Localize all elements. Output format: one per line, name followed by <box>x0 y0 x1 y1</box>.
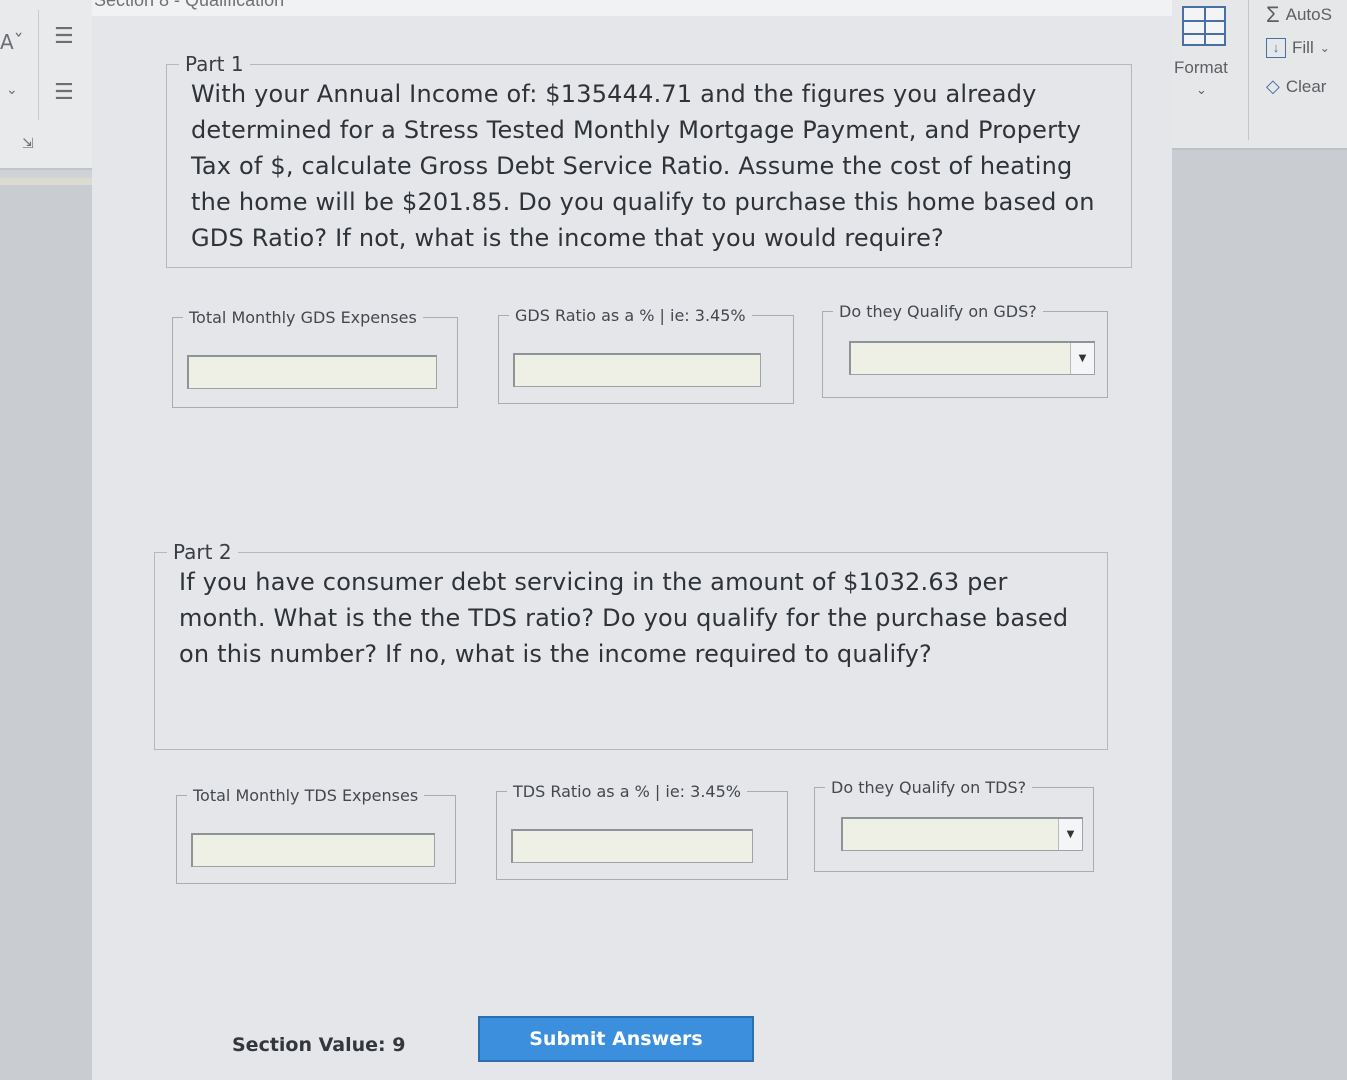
fill-down-icon: ↓ <box>1266 38 1286 58</box>
tds-qualify-label: Do they Qualify on TDS? <box>831 778 1027 797</box>
gds-ratio-input[interactable] <box>513 353 761 387</box>
dialog-launcher-icon[interactable]: ⇲ <box>22 136 34 152</box>
autosum-label: AutoS <box>1285 5 1332 24</box>
ribbon-separator <box>38 10 39 120</box>
tds-expenses-frame: Total Monthly TDS Expenses <box>176 786 456 884</box>
format-cells-icon[interactable] <box>1182 6 1226 46</box>
tds-ratio-label: TDS Ratio as a % | ie: 3.45% <box>513 782 741 801</box>
format-button[interactable]: Format <box>1174 58 1228 78</box>
gds-qualify-select[interactable]: ▼ <box>849 341 1095 375</box>
clear-button[interactable]: ◇ Clear <box>1266 76 1326 97</box>
sigma-icon: Σ <box>1266 2 1280 27</box>
gds-expenses-input[interactable] <box>187 355 437 389</box>
align-center-icon[interactable]: ☰ <box>54 24 74 49</box>
chevron-down-icon[interactable]: ⌄ <box>6 82 18 98</box>
part1-question: With your Annual Income of: $135444.71 a… <box>191 80 1095 252</box>
format-label: Format <box>1174 58 1228 77</box>
screen: Aˇ ⌄ ⇲ ☰ ☰ Format ⌄ Σ AutoS ↓ Fill ⌄ ◇ C… <box>0 0 1347 1080</box>
sheet-area-right <box>1170 150 1347 1080</box>
ribbon-separator <box>1248 0 1249 140</box>
font-size-icon[interactable]: Aˇ <box>0 30 24 54</box>
part1-frame: Part 1 With your Annual Income of: $1354… <box>166 52 1132 268</box>
gds-expenses-frame: Total Monthly GDS Expenses <box>172 308 458 408</box>
dropdown-arrow-icon[interactable]: ▼ <box>1070 343 1094 374</box>
section-value: Section Value: 9 <box>232 1034 406 1056</box>
part2-frame: Part 2 If you have consumer debt servici… <box>154 540 1108 750</box>
tds-ratio-frame: TDS Ratio as a % | ie: 3.45% <box>496 782 788 880</box>
chevron-down-icon[interactable]: ⌄ <box>1196 82 1207 98</box>
tds-qualify-frame: Do they Qualify on TDS? ▼ <box>814 778 1094 872</box>
gds-qualify-frame: Do they Qualify on GDS? ▼ <box>822 302 1108 398</box>
gds-expenses-label: Total Monthly GDS Expenses <box>189 308 417 327</box>
submit-answers-button[interactable]: Submit Answers <box>478 1016 754 1062</box>
autosum-button[interactable]: Σ AutoS <box>1266 2 1332 28</box>
part2-question: If you have consumer debt servicing in t… <box>179 568 1069 668</box>
part2-legend: Part 2 <box>173 540 232 564</box>
tds-expenses-input[interactable] <box>191 833 435 867</box>
clear-label: Clear <box>1285 76 1327 96</box>
dropdown-arrow-icon[interactable]: ▼ <box>1058 819 1082 850</box>
chevron-down-icon: ⌄ <box>1319 41 1330 55</box>
gds-ratio-label: GDS Ratio as a % | ie: 3.45% <box>515 306 746 325</box>
tds-expenses-label: Total Monthly TDS Expenses <box>193 786 419 805</box>
align-left-icon[interactable]: ☰ <box>54 80 74 105</box>
gds-qualify-label: Do they Qualify on GDS? <box>839 302 1037 321</box>
tds-qualify-select[interactable]: ▼ <box>841 817 1083 851</box>
eraser-icon: ◇ <box>1266 76 1280 96</box>
fill-button[interactable]: ↓ Fill ⌄ <box>1266 38 1330 58</box>
excel-ribbon-left: Aˇ ⌄ ⇲ ☰ ☰ <box>0 0 100 170</box>
part1-legend: Part 1 <box>185 52 244 76</box>
fill-label: Fill <box>1292 38 1314 57</box>
tds-ratio-input[interactable] <box>511 829 753 863</box>
sheet-area-left <box>0 185 100 1080</box>
gds-ratio-frame: GDS Ratio as a % | ie: 3.45% <box>498 306 794 404</box>
form-title: Section 8 - Qualification <box>94 0 285 10</box>
userform: Section 8 - Qualification Part 1 With yo… <box>92 0 1172 1080</box>
